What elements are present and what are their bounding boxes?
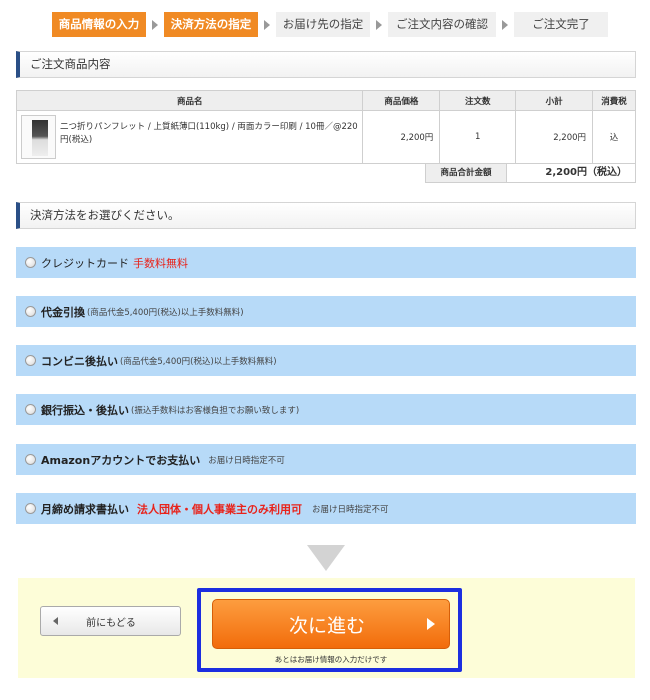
col-header-tax: 消費税 <box>592 90 636 111</box>
payment-section-title: 決済方法をお選びください。 <box>16 202 636 229</box>
payment-option-monthly[interactable]: 月締め請求書払い 法人団体・個人事業主のみ利用可 お届け日時指定不可 <box>16 493 636 524</box>
step-complete: ご注文完了 <box>514 12 608 37</box>
step-confirm: ご注文内容の確認 <box>388 12 496 37</box>
col-header-name: 商品名 <box>15 90 364 111</box>
payment-label: Amazonアカウントでお支払い <box>41 453 201 467</box>
payment-label: クレジットカード <box>41 256 129 270</box>
payment-label: 月締め請求書払い <box>41 502 129 516</box>
checkout-steps: 商品情報の入力 決済方法の指定 お届け先の指定 ご注文内容の確認 ご注文完了 <box>52 12 608 37</box>
step-arrow-icon <box>264 19 270 30</box>
product-tax: 込 <box>592 110 636 164</box>
next-button-label: 次に進む <box>288 614 365 637</box>
payment-option-cod[interactable]: 代金引換 (商品代金5,400円(税込)以上手数料無料) <box>16 296 636 327</box>
col-header-subtotal: 小計 <box>515 90 594 111</box>
payment-restriction: 法人団体・個人事業主のみ利用可 <box>137 502 302 516</box>
payment-note: お届け日時指定不可 <box>312 504 389 515</box>
table-header-row: 商品名 商品価格 注文数 小計 消費税 <box>15 90 636 111</box>
payment-label: 代金引換 <box>41 305 85 319</box>
payment-label: 銀行振込・後払い <box>41 403 129 417</box>
col-header-qty: 注文数 <box>439 90 517 111</box>
next-button[interactable]: 次に進む <box>212 599 450 649</box>
product-thumbnail <box>21 115 56 159</box>
step-arrow-icon <box>502 19 508 30</box>
step-payment-method: 決済方法の指定 <box>164 12 258 37</box>
payment-option-konbini[interactable]: コンビニ後払い (商品代金5,400円(税込)以上手数料無料) <box>16 345 636 376</box>
order-table: 商品名 商品価格 注文数 小計 消費税 二つ折りパンフレット / 上質紙薄口(1… <box>15 90 636 164</box>
product-name: 二つ折りパンフレット / 上質紙薄口(110kg) / 両面カラー印刷 / 10… <box>60 122 358 145</box>
payment-note: お届け日時指定不可 <box>208 455 285 466</box>
payment-option-amazon[interactable]: Amazonアカウントでお支払い お届け日時指定不可 <box>16 444 636 475</box>
step-arrow-icon <box>376 19 382 30</box>
payment-note: (商品代金5,400円(税込)以上手数料無料) <box>120 356 277 367</box>
order-section-title: ご注文商品内容 <box>16 51 636 78</box>
radio-icon[interactable] <box>25 454 36 465</box>
col-header-price: 商品価格 <box>362 90 441 111</box>
payment-label: コンビニ後払い <box>41 354 118 368</box>
step-delivery: お届け先の指定 <box>276 12 370 37</box>
payment-note: (振込手数料はお客様負担でお願い致します) <box>131 405 300 416</box>
payment-option-bank[interactable]: 銀行振込・後払い (振込手数料はお客様負担でお願い致します) <box>16 394 636 425</box>
radio-icon[interactable] <box>25 257 36 268</box>
down-arrow-icon <box>307 545 345 571</box>
payment-note: (商品代金5,400円(税込)以上手数料無料) <box>87 307 244 318</box>
chevron-right-icon <box>427 618 435 630</box>
payment-option-credit[interactable]: クレジットカード 手数料無料 <box>16 247 636 278</box>
total-value: 2,200円（税込） <box>507 163 636 183</box>
product-price: 2,200円 <box>362 110 441 164</box>
next-button-subtext: あとはお届け情報の入力だけです <box>274 655 388 664</box>
step-product-info: 商品情報の入力 <box>52 12 146 37</box>
step-arrow-icon <box>152 19 158 30</box>
radio-icon[interactable] <box>25 503 36 514</box>
product-subtotal: 2,200円 <box>515 110 594 164</box>
product-qty: 1 <box>439 110 517 164</box>
product-cell: 二つ折りパンフレット / 上質紙薄口(110kg) / 両面カラー印刷 / 10… <box>15 110 364 164</box>
back-button-label: 前にもどる <box>86 617 136 629</box>
radio-icon[interactable] <box>25 355 36 366</box>
footer-actions: 前にもどる 次に進む あとはお届け情報の入力だけです <box>18 578 635 678</box>
total-label: 商品合計金額 <box>425 163 507 183</box>
table-row: 二つ折りパンフレット / 上質紙薄口(110kg) / 両面カラー印刷 / 10… <box>15 110 636 164</box>
radio-icon[interactable] <box>25 404 36 415</box>
radio-icon[interactable] <box>25 306 36 317</box>
back-button[interactable]: 前にもどる <box>40 606 181 636</box>
order-total: 商品合計金額 2,200円（税込） <box>425 163 636 183</box>
payment-note: 手数料無料 <box>133 256 188 270</box>
